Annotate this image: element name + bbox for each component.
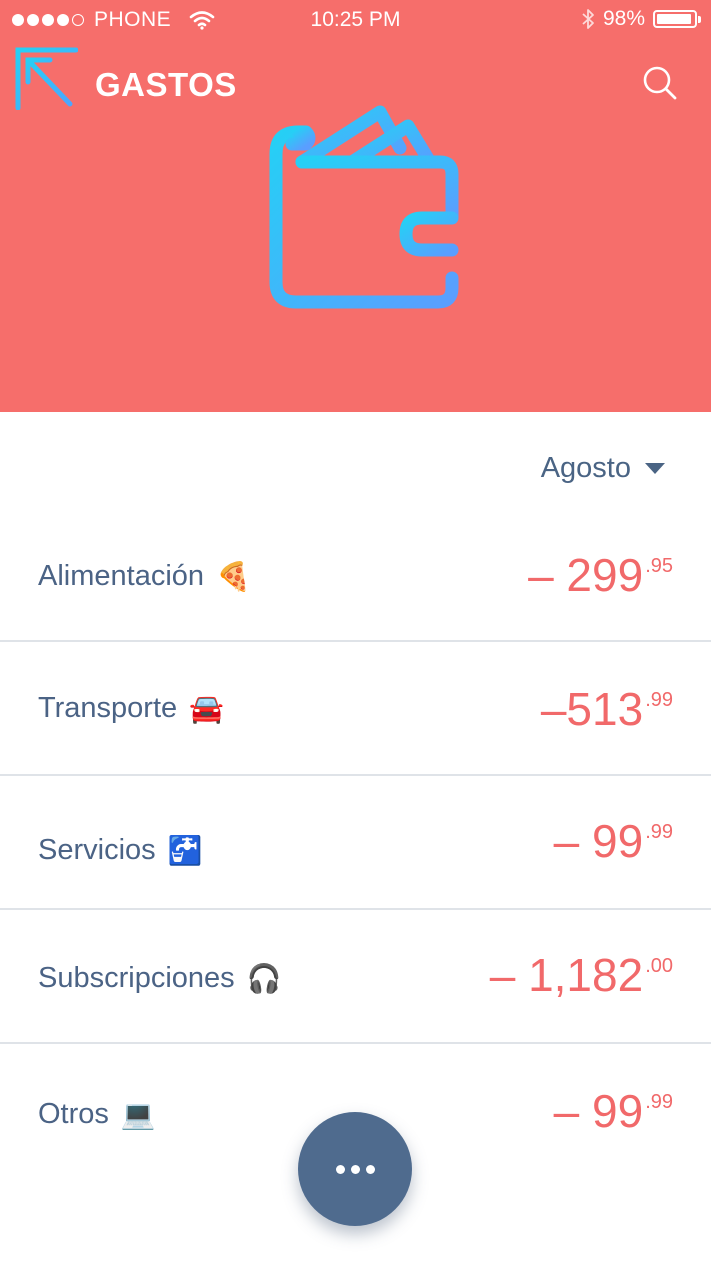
more-options-button[interactable] — [298, 1112, 412, 1226]
expense-amount: – 99 .99 — [554, 1088, 673, 1134]
more-horizontal-icon — [335, 1164, 345, 1174]
expense-row-alimentacion[interactable]: Alimentación 🍕 – 299 .95 — [0, 508, 711, 642]
battery-icon — [653, 10, 701, 28]
logo-icon[interactable] — [14, 46, 78, 110]
wallet-icon — [269, 105, 459, 309]
expense-amount: –513 .99 — [541, 686, 673, 732]
amount-cents: .00 — [645, 955, 673, 977]
expense-amount: – 299 .95 — [528, 552, 673, 598]
amount-value: – 99 — [553, 815, 644, 867]
expense-amount: – 1,182 .00 — [490, 952, 673, 998]
amount-value: – 99 — [553, 1085, 644, 1137]
amount-value: – 1,182 — [489, 949, 644, 1001]
amount-value: –513 — [540, 683, 644, 735]
pizza-icon: 🍕 — [216, 561, 251, 592]
bluetooth-icon — [582, 9, 594, 29]
amount-cents: .99 — [645, 821, 673, 843]
expense-row-servicios[interactable]: Servicios 🚰 – 99 .99 — [0, 776, 711, 910]
header: PHONE 10:25 PM 98% GASTOS — [0, 0, 711, 412]
amount-cents: .99 — [645, 689, 673, 711]
expense-label: Transporte 🚘 — [38, 692, 224, 725]
headphones-icon: 🎧 — [246, 963, 282, 994]
expense-label: Otros 💻 — [38, 1098, 156, 1131]
dropdown-arrow-icon — [645, 463, 665, 474]
status-right: 98% — [581, 7, 701, 31]
month-label: Agosto — [540, 452, 631, 484]
expense-row-subscripciones[interactable]: Subscripciones 🎧 – 1,182 .00 — [0, 910, 711, 1044]
month-selector[interactable]: Agosto — [541, 452, 665, 485]
expense-name: Otros — [38, 1098, 109, 1130]
expense-name: Servicios — [38, 834, 156, 866]
expense-name: Subscripciones — [38, 962, 235, 994]
expense-label: Servicios 🚰 — [38, 834, 203, 867]
battery-percent: 98% — [602, 7, 645, 30]
expense-label: Subscripciones 🎧 — [38, 962, 282, 995]
amount-cents: .99 — [645, 1091, 673, 1113]
expense-row-transporte[interactable]: Transporte 🚘 –513 .99 — [0, 642, 711, 776]
faucet-icon: 🚰 — [167, 835, 203, 866]
search-icon[interactable] — [641, 64, 679, 102]
expense-label: Alimentación 🍕 — [38, 560, 251, 593]
laptop-icon: 💻 — [120, 1099, 156, 1130]
status-bar: PHONE 10:25 PM 98% — [0, 0, 711, 40]
car-icon: 🚘 — [189, 693, 225, 724]
amount-cents: .95 — [645, 555, 673, 577]
app-title: GASTOS — [95, 66, 237, 103]
amount-value: – 299 — [528, 549, 644, 601]
expense-name: Alimentación — [38, 560, 205, 592]
expense-amount: – 99 .99 — [554, 818, 673, 864]
expense-name: Transporte — [38, 692, 178, 724]
